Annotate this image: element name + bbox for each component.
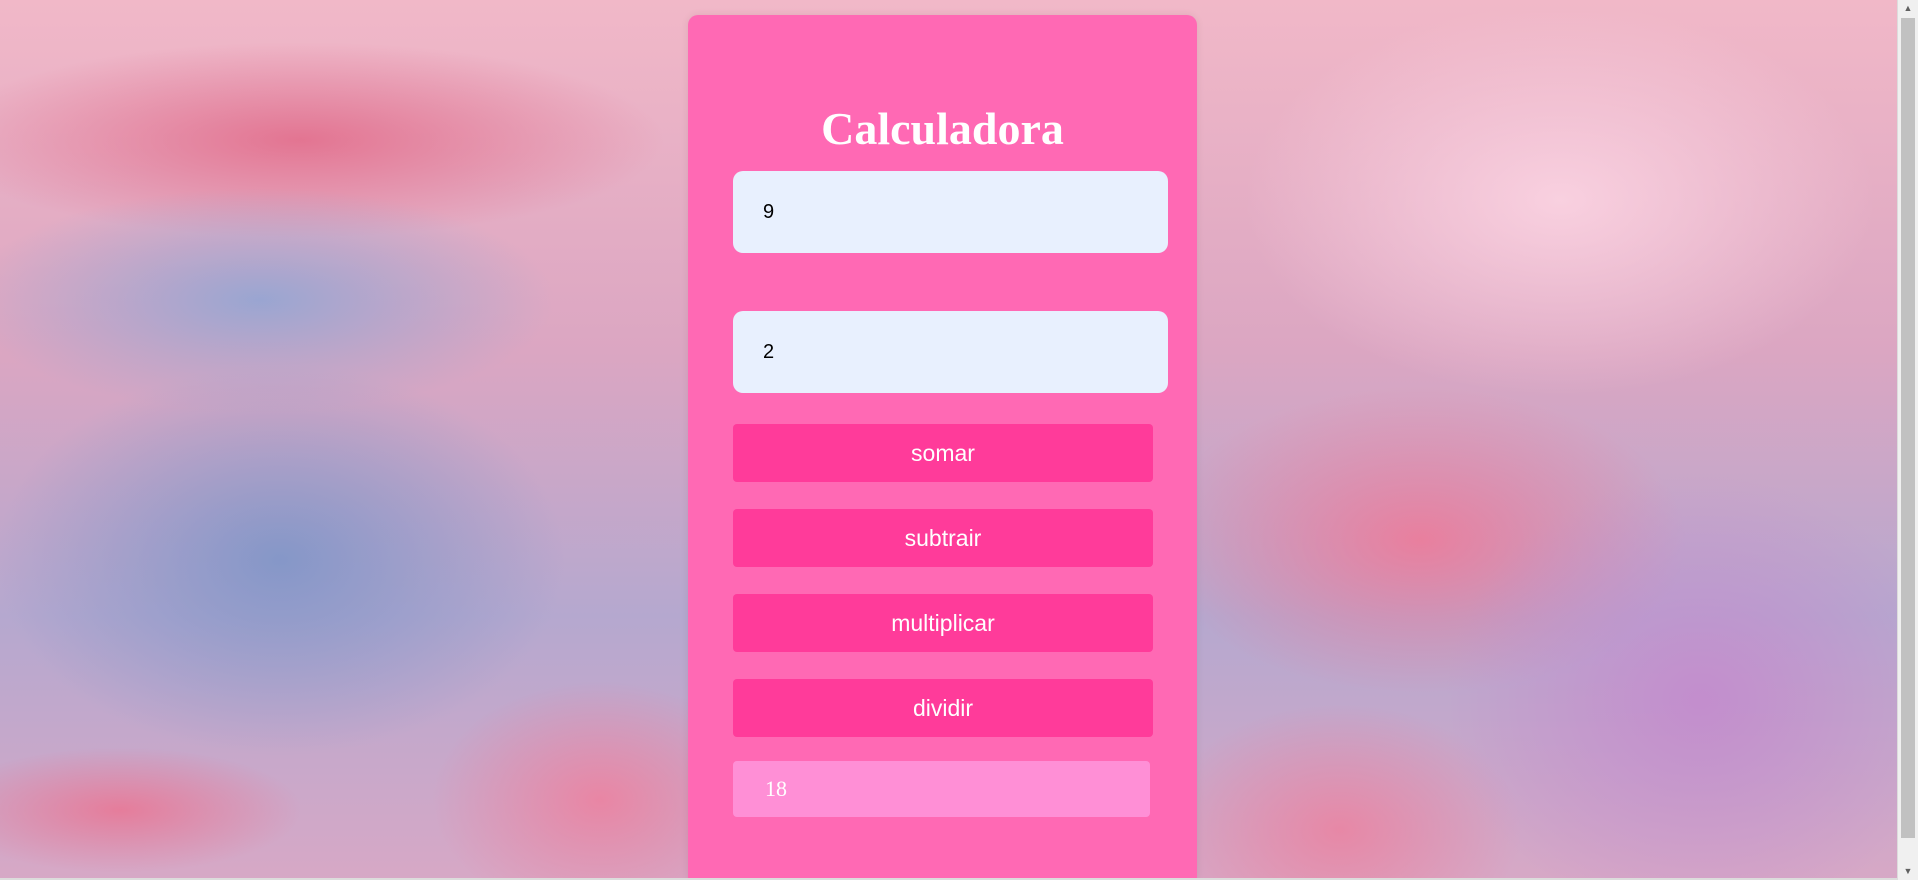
vertical-scrollbar[interactable]: ▲ ▼	[1897, 0, 1918, 880]
page-title: Calculadora	[821, 103, 1064, 154]
second-number-input[interactable]	[733, 311, 1168, 393]
result-display: 18	[733, 761, 1150, 817]
subtract-button[interactable]: subtrair	[733, 509, 1153, 567]
multiply-button[interactable]: multiplicar	[733, 594, 1153, 652]
calculator-panel: Calculadora somar subtrair multiplicar d…	[688, 15, 1197, 880]
scroll-up-arrow-icon[interactable]: ▲	[1898, 0, 1918, 17]
divide-button[interactable]: dividir	[733, 679, 1153, 737]
scrollbar-thumb[interactable]	[1901, 18, 1915, 838]
add-button[interactable]: somar	[733, 424, 1153, 482]
first-number-input[interactable]	[733, 171, 1168, 253]
scroll-down-arrow-icon[interactable]: ▼	[1898, 863, 1918, 880]
